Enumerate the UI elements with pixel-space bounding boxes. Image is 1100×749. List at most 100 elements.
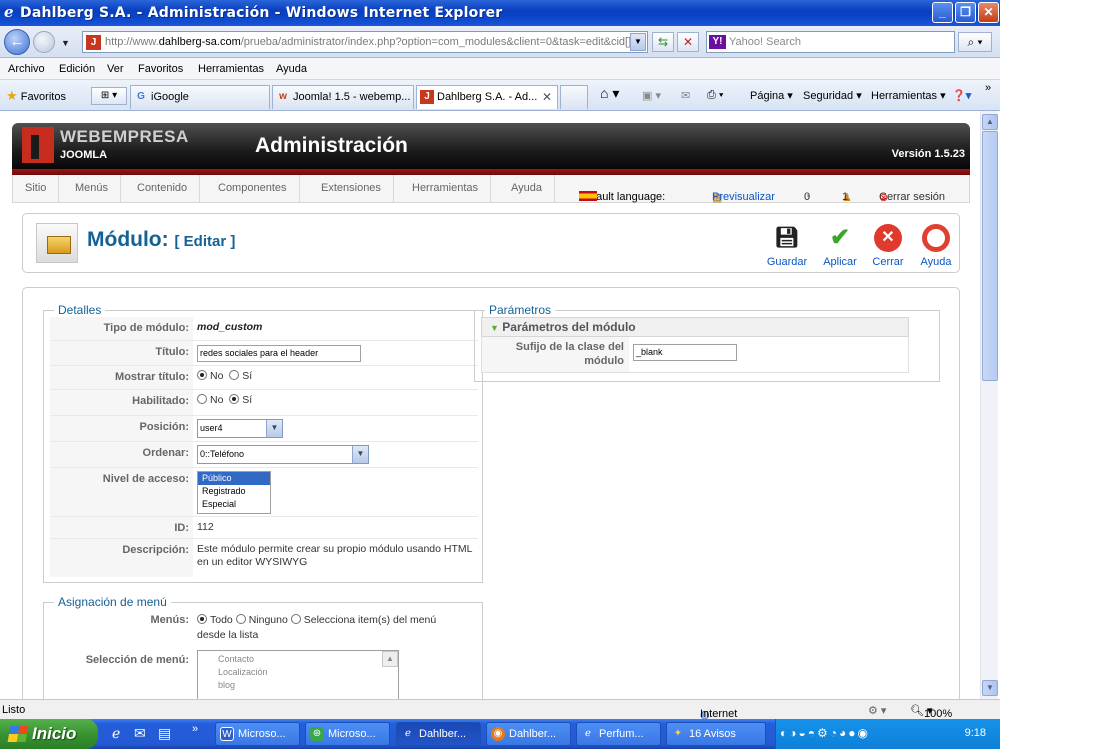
task-word[interactable]: W Microso... [215,722,300,746]
row-access-level: Nivel de acceso: Público Registrado Espe… [50,468,478,517]
task-alerts[interactable]: ✦ 16 Avisos [666,722,766,746]
search-input[interactable]: Y! Yahoo! Search [706,31,955,53]
help-button[interactable]: Ayuda [913,224,959,268]
security-menu[interactable]: Seguridad ▾ [803,89,862,102]
stop-icon[interactable]: ✕ [677,32,699,52]
favorites-bar: ★ Favoritos ⊞ ▾ G iGoogle w Joomla! 1.5 … [0,80,1000,111]
row-id: ID: 112 [50,517,478,539]
taskbar: Inicio ℯ ✉ ▤ » W Microso... ⊛ Microso...… [0,719,1000,749]
task-ie-perfum[interactable]: ℯ Perfum... [576,722,661,746]
alert-icon: ✦ [673,728,683,739]
help-icon[interactable]: ❓▾ [952,89,971,102]
enabled-yes-radio[interactable] [229,394,240,404]
class-suffix-field[interactable]: _blank [633,344,737,361]
menu-item-extensions[interactable]: Extensiones [309,175,394,202]
menus-select-radio[interactable] [290,614,301,624]
menu-item-menus[interactable]: Menús [63,175,122,202]
home-icon[interactable]: ⌂ ▾ [600,85,619,102]
title-field[interactable]: redes sociales para el header [197,345,361,362]
position-select[interactable]: user4 ▼ [197,419,283,438]
description-value: Este módulo permite crear su propio módu… [197,543,473,568]
close-button[interactable]: ✕ Cerrar [865,224,911,268]
row-class-suffix: Sufijo de la clase del módulo _blank [481,337,909,373]
task-ms-app[interactable]: ⊛ Microso... [305,722,390,746]
history-dropdown-icon[interactable]: ▼ [61,38,70,48]
refresh-icon[interactable]: ⇆ [652,32,674,52]
menu-list-item[interactable]: Contacto [198,653,398,666]
list-scroll-up-icon[interactable]: ▲ [382,651,398,667]
google-icon: G [137,91,145,102]
show-title-yes-radio[interactable] [229,370,240,380]
page-scrollbar[interactable]: ▲ ▼ [980,111,998,699]
menu-favorites[interactable]: Favoritos [138,63,183,75]
tab-joomla-webempresa[interactable]: w Joomla! 1.5 - webemp... [272,85,414,109]
task-ie-dahlberg[interactable]: ℯ Dahlber... [396,722,481,746]
menu-view[interactable]: Ver [107,63,124,75]
tab-dahlberg[interactable]: J Dahlberg S.A. - Ad... ✕ [416,85,558,109]
menu-help[interactable]: Ayuda [276,63,307,75]
menu-item-components[interactable]: Componentes [206,175,300,202]
scroll-down-icon[interactable]: ▼ [982,680,998,696]
tray-icons[interactable]: ◐◑◒◓⚙◔◕●◉ [780,726,870,740]
order-select[interactable]: 0::Teléfono ▼ [197,445,369,464]
close-tab-icon[interactable]: ✕ [542,86,552,108]
close-window-button[interactable]: ✕ [978,2,999,23]
scroll-up-icon[interactable]: ▲ [982,114,998,130]
tab-igoogle[interactable]: G iGoogle [130,85,270,109]
menu-item-tools[interactable]: Herramientas [400,175,492,202]
minimize-button[interactable]: _ [932,2,953,23]
version-label: Versión 1.5.23 [891,148,965,160]
access-option[interactable]: Público [198,472,270,485]
access-level-list[interactable]: Público Registrado Especial [197,471,271,514]
quicklaunch-chevron-icon[interactable]: » [192,723,198,735]
favorites-button[interactable]: ★ Favoritos [6,88,66,104]
new-tab-button[interactable] [560,85,588,109]
menus-all-radio[interactable] [197,614,207,624]
menus-none-radio[interactable] [235,614,246,624]
maximize-button[interactable]: ❐ [955,2,976,23]
feeds-icon[interactable]: ▣ ▾ [642,89,661,102]
lifebuoy-icon [922,224,950,252]
back-button[interactable]: ← [4,29,30,55]
task-firefox-dahlberg[interactable]: ◉ Dahlber... [486,722,571,746]
print-icon[interactable]: ⎙ ▾ [707,89,723,102]
menu-edit[interactable]: Edición [59,63,95,75]
forward-button[interactable]: → [33,31,55,53]
protected-mode-icon[interactable]: ⚙ ▾ [868,704,886,717]
menu-tools[interactable]: Herramientas [198,63,264,75]
menu-file[interactable]: Archivo [8,63,45,75]
tools-menu[interactable]: Herramientas ▾ [871,89,946,102]
url-text: http://www.dahlberg-sa.com/prueba/admini… [105,36,638,48]
apply-button[interactable]: ✔ Aplicar [817,224,863,268]
status-text: Listo [2,704,26,716]
desktop-quicklaunch-icon[interactable]: ▤ [158,725,171,742]
scroll-thumb[interactable] [982,131,998,381]
url-dropdown-icon[interactable]: ▼ [630,33,646,51]
chevron-down-icon: ▼ [266,420,282,437]
menu-item-content[interactable]: Contenido [125,175,201,202]
quick-tabs-icon[interactable]: ⊞ ▾ [91,87,127,105]
mail-icon[interactable]: ✉ [681,89,690,102]
search-icon[interactable]: ⌕ ▾ [958,32,992,52]
menu-list-item[interactable]: blog [198,679,398,692]
url-field[interactable]: J http://www.dahlberg-sa.com/prueba/admi… [82,31,648,53]
start-button[interactable]: Inicio [0,719,98,749]
menu-list-item[interactable]: Localización [198,666,398,679]
enabled-no-radio[interactable] [197,394,207,404]
menu-item-help[interactable]: Ayuda [499,175,555,202]
outlook-quicklaunch-icon[interactable]: ✉ [134,725,146,742]
zoom-control[interactable]: 🔍︎ 100% ▾ [910,704,952,720]
overflow-chevron-icon[interactable]: » [985,82,991,94]
access-option[interactable]: Especial [198,498,270,511]
access-option[interactable]: Registrado [198,485,270,498]
menu-selection-list[interactable]: Contacto Localización blog ▲ [197,650,399,699]
menu-item-site[interactable]: Sitio [13,175,60,202]
page-menu[interactable]: Página ▾ [750,89,793,102]
ie-quicklaunch-icon[interactable]: ℯ [112,725,120,742]
save-button[interactable]: 💾︎ Guardar [764,224,810,268]
show-title-no-radio[interactable] [197,370,207,380]
close-icon: ✕ [874,224,902,252]
ie-icon: e [4,3,14,21]
system-tray: ◐◑◒◓⚙◔◕●◉ 9:18 [775,719,1000,749]
params-section-header[interactable]: ▼ Parámetros del módulo [481,317,909,337]
